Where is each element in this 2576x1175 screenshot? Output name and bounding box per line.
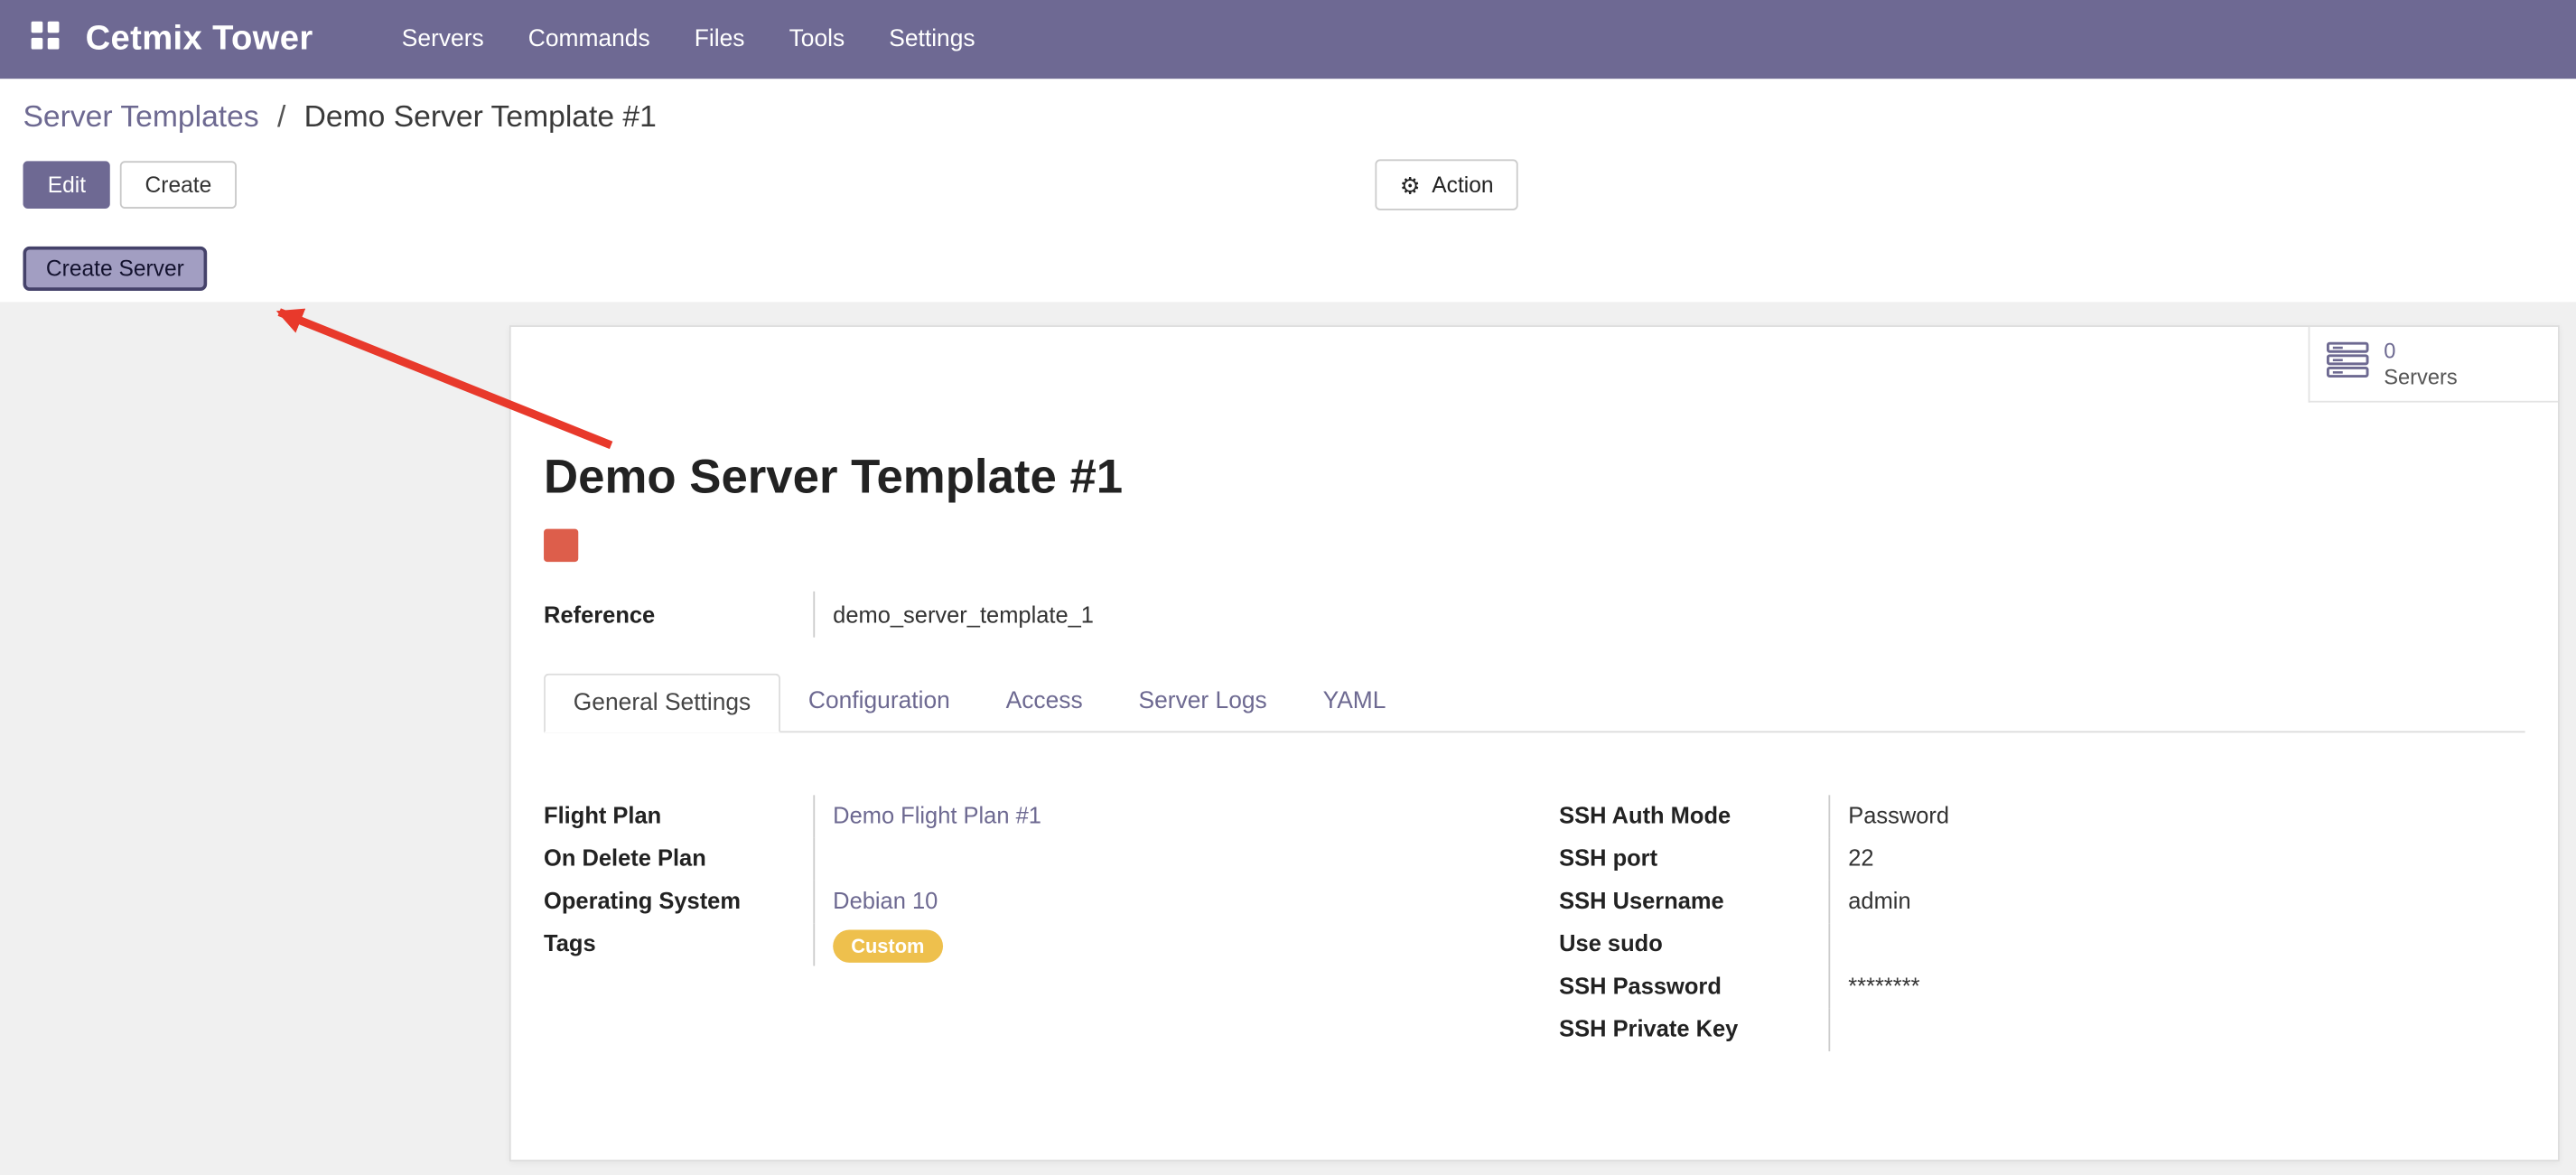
servers-stack-icon <box>2327 341 2369 386</box>
field-value-ssh-password: ******** <box>1828 966 2525 1009</box>
breadcrumb-current: Demo Server Template #1 <box>304 98 657 133</box>
field-value-ssh-port: 22 <box>1828 838 2525 881</box>
breadcrumb-parent-link[interactable]: Server Templates <box>23 98 258 133</box>
create-server-button[interactable]: Create Server <box>23 247 207 291</box>
field-label-tags: Tags <box>544 923 813 965</box>
color-swatch <box>544 529 578 562</box>
apps-grid-icon <box>31 22 59 58</box>
breadcrumb: Server Templates / Demo Server Template … <box>23 98 2553 135</box>
field-columns: Flight Plan Demo Flight Plan #1 On Delet… <box>544 795 2525 1051</box>
apps-menu-button[interactable] <box>20 14 70 64</box>
action-menu-button[interactable]: ⚙ Action <box>1375 159 1517 210</box>
content-area: 0 Servers Demo Server Template #1 Refere… <box>0 303 2576 1175</box>
field-label-on-delete-plan: On Delete Plan <box>544 838 813 881</box>
tag-badge-custom: Custom <box>833 929 942 963</box>
menu-item-servers[interactable]: Servers <box>402 26 484 52</box>
app-window: Cetmix Tower Servers Commands Files Tool… <box>0 0 2576 1175</box>
main-menu: Servers Commands Files Tools Settings <box>402 26 975 52</box>
reference-field-row: Reference demo_server_template_1 <box>544 592 2525 638</box>
menu-item-commands[interactable]: Commands <box>528 26 650 52</box>
form-sheet: Demo Server Template #1 Reference demo_s… <box>511 403 2558 1051</box>
field-label-use-sudo: Use sudo <box>1559 923 1828 965</box>
reference-field-value: demo_server_template_1 <box>813 592 1094 638</box>
field-label-operating-system: Operating System <box>544 881 813 923</box>
notebook-tabs: General Settings Configuration Access Se… <box>544 674 2525 732</box>
field-value-on-delete-plan <box>813 838 1509 881</box>
control-panel-buttons: Edit Create ⚙ Action <box>23 159 2553 210</box>
reference-field-label: Reference <box>544 592 813 638</box>
field-value-ssh-private-key <box>1828 1009 2525 1051</box>
tab-yaml[interactable]: YAML <box>1295 674 1414 732</box>
action-menu-label: Action <box>1432 173 1493 198</box>
field-label-ssh-username: SSH Username <box>1559 881 1828 923</box>
tab-server-logs[interactable]: Server Logs <box>1111 674 1295 732</box>
servers-count-label: Servers <box>2384 364 2457 389</box>
field-value-use-sudo <box>1828 923 2525 965</box>
menu-item-tools[interactable]: Tools <box>789 26 845 52</box>
tab-configuration[interactable]: Configuration <box>780 674 978 732</box>
field-label-ssh-auth-mode: SSH Auth Mode <box>1559 795 1828 837</box>
right-field-group: SSH Auth Mode Password SSH port 22 SSH U… <box>1559 795 2525 1051</box>
field-label-flight-plan: Flight Plan <box>544 795 813 837</box>
form-statusbar: Create Server <box>0 237 2576 304</box>
menu-item-settings[interactable]: Settings <box>889 26 975 52</box>
tab-access[interactable]: Access <box>978 674 1111 732</box>
top-navbar: Cetmix Tower Servers Commands Files Tool… <box>0 0 2576 79</box>
breadcrumb-separator: / <box>277 98 285 133</box>
gear-icon: ⚙ <box>1400 173 1421 196</box>
create-button[interactable]: Create <box>120 161 236 210</box>
field-value-operating-system[interactable]: Debian 10 <box>833 887 938 913</box>
servers-stat-button[interactable]: 0 Servers <box>2309 327 2558 403</box>
field-label-ssh-password: SSH Password <box>1559 966 1828 1009</box>
control-panel: Server Templates / Demo Server Template … <box>0 79 2576 237</box>
edit-button[interactable]: Edit <box>23 161 110 210</box>
stat-button-box: 0 Servers <box>511 327 2558 403</box>
tab-general-settings[interactable]: General Settings <box>544 674 780 732</box>
left-field-group: Flight Plan Demo Flight Plan #1 On Delet… <box>544 795 1510 1051</box>
field-value-ssh-auth-mode: Password <box>1828 795 2525 837</box>
app-brand[interactable]: Cetmix Tower <box>86 20 313 60</box>
field-label-ssh-port: SSH port <box>1559 838 1828 881</box>
field-value-flight-plan[interactable]: Demo Flight Plan #1 <box>833 802 1041 828</box>
servers-count: 0 <box>2384 339 2457 364</box>
form-card: 0 Servers Demo Server Template #1 Refere… <box>509 325 2560 1161</box>
menu-item-files[interactable]: Files <box>695 26 745 52</box>
field-label-ssh-private-key: SSH Private Key <box>1559 1009 1828 1051</box>
field-value-ssh-username: admin <box>1828 881 2525 923</box>
record-title: Demo Server Template #1 <box>544 452 2525 506</box>
